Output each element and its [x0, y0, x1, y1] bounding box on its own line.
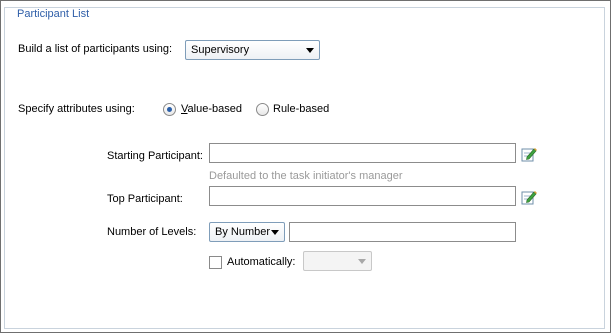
automatically-label[interactable]: Automatically:: [227, 256, 295, 268]
starting-participant-label: Starting Participant:: [107, 150, 203, 162]
section-title: Participant List: [15, 8, 92, 20]
specify-attributes-label: Specify attributes using:: [18, 103, 135, 115]
edit-pencil-icon[interactable]: [521, 146, 537, 162]
number-of-levels-input[interactable]: [289, 222, 516, 242]
chevron-down-icon: [358, 259, 366, 264]
rule-based-label[interactable]: Rule-based: [273, 103, 329, 115]
chevron-down-icon: [271, 230, 279, 235]
starting-participant-input[interactable]: [209, 143, 516, 163]
chevron-down-icon: [306, 48, 314, 53]
automatically-select[interactable]: [303, 251, 372, 271]
build-list-label: Build a list of participants using:: [18, 43, 173, 55]
number-of-levels-label: Number of Levels:: [107, 226, 197, 238]
starting-participant-hint: Defaulted to the task initiator's manage…: [209, 170, 403, 182]
build-list-value: Supervisory: [191, 44, 250, 56]
automatically-checkbox[interactable]: [209, 256, 222, 269]
value-based-label[interactable]: Value-based: [181, 103, 242, 115]
top-participant-input[interactable]: [209, 186, 516, 206]
value-based-radio[interactable]: [163, 103, 176, 116]
levels-mode-value: By Number: [215, 226, 271, 238]
edit-pencil-icon[interactable]: [521, 189, 537, 205]
build-list-select[interactable]: Supervisory: [185, 40, 320, 60]
rule-based-radio[interactable]: [256, 103, 269, 116]
levels-mode-select[interactable]: By Number: [209, 222, 285, 242]
top-participant-label: Top Participant:: [107, 193, 183, 205]
